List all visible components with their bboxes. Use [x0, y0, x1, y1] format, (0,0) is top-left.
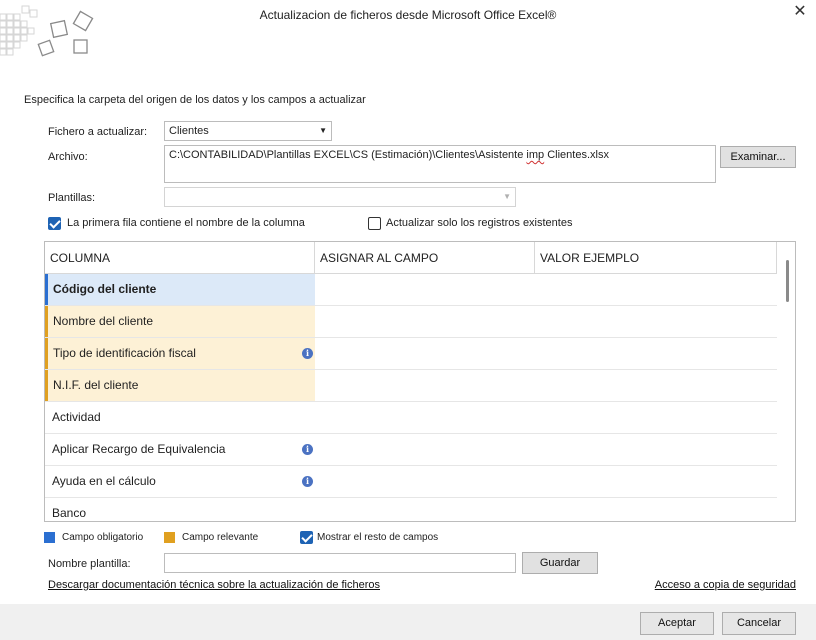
row-label: Código del cliente [53, 282, 157, 296]
row-column-name: Nombre del cliente [45, 306, 315, 337]
row-column-name: Ayuda en el cálculo i [45, 466, 315, 497]
only-existing-checkbox[interactable] [368, 217, 381, 230]
table-row[interactable]: Banco [45, 498, 777, 521]
backup-link[interactable]: Acceso a copia de seguridad [655, 579, 796, 591]
row-label: Banco [52, 506, 87, 520]
header-asignar[interactable]: ASIGNAR AL CAMPO [315, 242, 535, 274]
fichero-select[interactable]: Clientes ▼ [164, 121, 332, 141]
plantillas-select[interactable]: ▼ [164, 187, 516, 207]
row-column-name: Aplicar Recargo de Equivalencia i [45, 434, 315, 465]
row-label: Actividad [52, 410, 101, 424]
fields-grid: COLUMNA ASIGNAR AL CAMPO VALOR EJEMPLO C… [44, 241, 796, 522]
template-name-label: Nombre plantilla: [48, 558, 131, 570]
archivo-path-misspelled: imp [526, 149, 545, 161]
info-icon[interactable]: i [302, 476, 313, 487]
scrollbar-thumb[interactable] [786, 260, 789, 302]
row-column-name: Tipo de identificación fiscal i [45, 338, 315, 369]
grid-header: COLUMNA ASIGNAR AL CAMPO VALOR EJEMPLO [45, 242, 777, 274]
template-name-input[interactable] [164, 553, 516, 573]
table-row[interactable]: N.I.F. del cliente [45, 370, 777, 402]
row-label: Aplicar Recargo de Equivalencia [52, 442, 226, 456]
window-title: Actualizacion de ficheros desde Microsof… [259, 8, 557, 22]
relevant-legend-swatch [164, 532, 175, 543]
guardar-button[interactable]: Guardar [522, 552, 598, 574]
table-row[interactable]: Ayuda en el cálculo i [45, 466, 777, 498]
row-label: Ayuda en el cálculo [52, 474, 156, 488]
first-row-header-label: La primera fila contiene el nombre de la… [67, 217, 305, 229]
archivo-path-field[interactable]: C:\CONTABILIDAD\Plantillas EXCEL\CS (Est… [164, 145, 716, 183]
required-legend-swatch [44, 532, 55, 543]
relevant-legend-label: Campo relevante [182, 532, 259, 543]
row-label: N.I.F. del cliente [53, 378, 139, 392]
show-rest-checkbox[interactable] [300, 531, 313, 544]
accept-button[interactable]: Aceptar [640, 612, 714, 635]
table-row[interactable]: Código del cliente [45, 274, 777, 306]
chevron-down-icon: ▼ [319, 126, 327, 135]
examinar-button[interactable]: Examinar... [720, 146, 796, 168]
row-label: Tipo de identificación fiscal [53, 346, 196, 360]
row-column-name: Código del cliente [45, 274, 315, 305]
cancel-button[interactable]: Cancelar [722, 612, 796, 635]
info-icon[interactable]: i [302, 444, 313, 455]
show-rest-label: Mostrar el resto de campos [317, 532, 439, 543]
docs-link[interactable]: Descargar documentación técnica sobre la… [48, 579, 380, 591]
table-row[interactable]: Actividad [45, 402, 777, 434]
grid-scrollbar[interactable] [781, 242, 795, 521]
fichero-value: Clientes [169, 125, 209, 137]
archivo-path-end: Clientes.xlsx [544, 149, 609, 161]
dialog-footer: Aceptar Cancelar [0, 604, 816, 640]
header-columna[interactable]: COLUMNA [45, 242, 315, 274]
chevron-down-icon: ▼ [503, 192, 511, 201]
row-column-name: Banco [45, 498, 315, 521]
table-row[interactable]: Nombre del cliente [45, 306, 777, 338]
archivo-label: Archivo: [48, 151, 88, 163]
close-icon[interactable]: ✕ [790, 2, 810, 22]
table-row[interactable]: Aplicar Recargo de Equivalencia i [45, 434, 777, 466]
fichero-label: Fichero a actualizar: [48, 126, 148, 138]
plantillas-label: Plantillas: [48, 192, 96, 204]
header-valor-ejemplo[interactable]: VALOR EJEMPLO [535, 242, 777, 274]
info-icon[interactable]: i [302, 348, 313, 359]
row-column-name: Actividad [45, 402, 315, 433]
archivo-path-start: C:\CONTABILIDAD\Plantillas EXCEL\CS (Est… [169, 149, 527, 161]
required-legend-label: Campo obligatorio [62, 532, 144, 543]
table-row[interactable]: Tipo de identificación fiscal i [45, 338, 777, 370]
dialog-subtitle: Especifica la carpeta del origen de los … [24, 94, 366, 106]
first-row-header-checkbox[interactable] [48, 217, 61, 230]
row-label: Nombre del cliente [53, 314, 154, 328]
row-column-name: N.I.F. del cliente [45, 370, 315, 401]
only-existing-label: Actualizar solo los registros existentes [386, 217, 573, 229]
